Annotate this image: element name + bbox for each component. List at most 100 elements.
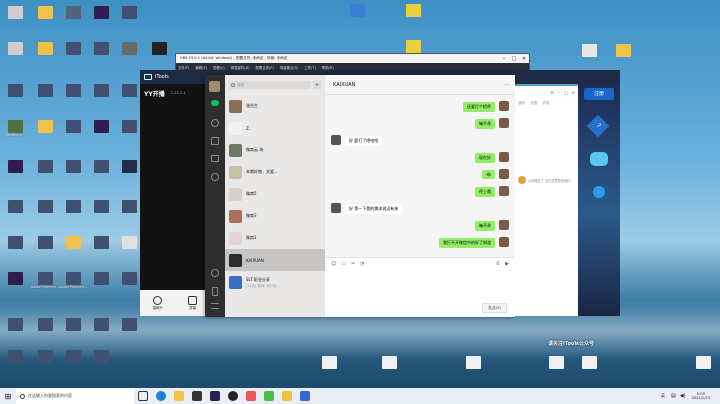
desktop-icon[interactable] [692, 356, 714, 380]
desktop-icon[interactable] [378, 356, 400, 380]
desktop-icon[interactable] [62, 42, 84, 66]
desktop-icon[interactable] [118, 120, 140, 144]
desktop-icon[interactable] [90, 350, 112, 374]
chat-list-item[interactable]: KAIXUAN [225, 249, 325, 271]
obs-menu-item[interactable]: 配置文件(P) [256, 65, 274, 70]
message-bubble[interactable]: 停上哦 [475, 187, 495, 197]
chat-list-item[interactable]: 微商云 场 [225, 139, 325, 161]
panel-menu-icon[interactable]: ☰ [550, 90, 554, 95]
more-icon[interactable]: ··· [504, 82, 509, 88]
wechat-window[interactable]: 搜索 + 张先生 Z. 微商云 场本期好物，关爱... 微商5 微商3 微商1 KAIXUA… [205, 75, 515, 317]
desktop-icon[interactable]: Reading.pr.. [4, 120, 26, 144]
store-icon[interactable] [192, 391, 202, 401]
miniprogram-icon[interactable] [211, 269, 219, 277]
menu-icon[interactable] [211, 303, 219, 309]
message-bubble[interactable]: 我打不开微信中的好了知道 [439, 238, 495, 248]
desktop-icon[interactable] [34, 236, 56, 260]
panel-tab-2[interactable]: 消息 [542, 101, 549, 106]
desktop-icon[interactable] [34, 200, 56, 224]
desktop-icon[interactable] [4, 236, 26, 260]
favorites-icon[interactable] [211, 137, 219, 145]
taskbar-search[interactable]: 在这输入你要搜索的内容 [16, 388, 134, 404]
wechat-icon[interactable] [264, 391, 274, 401]
call-icon[interactable]: ✆ [496, 261, 500, 267]
desktop-icon[interactable] [346, 4, 368, 28]
desktop-icon[interactable] [4, 6, 26, 30]
close-icon[interactable]: ✕ [519, 56, 529, 62]
obs-window[interactable]: OBS 25.0.1 (64-bit, windows) - 配置文件: 未命名… [175, 53, 530, 71]
desktop-icon[interactable] [90, 236, 112, 260]
obs-menu-item[interactable]: 帮助(H) [322, 65, 334, 70]
register-button[interactable]: 注册 [584, 88, 614, 100]
chat-icon[interactable] [211, 100, 219, 106]
input-area[interactable]: ☺ ▭ ✂ ◔ ✆ ▶ 发送(S) [325, 257, 515, 317]
message-bubble[interactable]: 😂 [482, 170, 495, 179]
avatar[interactable] [499, 186, 509, 196]
message-bubble[interactable]: 嘛不承 [475, 119, 495, 129]
desktop-icon[interactable] [402, 4, 424, 28]
speaker-icon[interactable] [593, 186, 605, 198]
avatar[interactable] [499, 220, 509, 230]
message-bubble[interactable]: 好 等一下我的需求说没有来 [345, 204, 403, 214]
chat-list-item[interactable]: 微商5 [225, 183, 325, 205]
desktop-icon[interactable] [34, 318, 56, 342]
desktop-icon[interactable] [90, 200, 112, 224]
desktop-icon[interactable] [34, 160, 56, 184]
desktop-icon[interactable] [4, 84, 26, 108]
panel-close-icon[interactable]: ✕ [572, 90, 575, 95]
phone-icon[interactable] [212, 287, 218, 296]
desktop-icon[interactable] [62, 200, 84, 224]
desktop-icon[interactable]: Adobe Premiere... [31, 272, 59, 296]
desktop-icon[interactable] [118, 42, 140, 66]
start-icon[interactable]: ⊞ [0, 388, 16, 404]
desktop-icon[interactable] [62, 160, 84, 184]
desktop-icon[interactable] [578, 44, 600, 68]
avatar[interactable] [499, 118, 509, 128]
desktop-icon[interactable] [90, 318, 112, 342]
help-icon[interactable]: ? [586, 114, 610, 138]
chat-list-item[interactable]: 张先生 [225, 95, 325, 117]
yy-window[interactable]: YY开播 1.22.1.1 摄像头 屏幕 [140, 84, 210, 316]
obs-menu-item[interactable]: 场景集合(S) [280, 65, 298, 70]
desktop-icon[interactable] [148, 42, 170, 66]
desktop-icon[interactable] [612, 44, 634, 68]
desktop-icon[interactable] [90, 120, 112, 144]
chat-list-item[interactable]: 微商1 [225, 227, 325, 249]
moments-icon[interactable] [211, 173, 219, 181]
screenshot-icon[interactable]: ✂ [351, 261, 355, 267]
desktop-icon[interactable] [62, 6, 84, 30]
avatar[interactable] [499, 169, 509, 179]
avatar[interactable] [499, 152, 509, 162]
desktop-icon[interactable] [90, 6, 112, 30]
clock[interactable]: 5:03 2021/1/23 [692, 391, 710, 401]
folder-icon[interactable] [174, 391, 184, 401]
contacts-icon[interactable] [211, 119, 219, 127]
send-button[interactable]: 发送(S) [482, 303, 507, 313]
volume-icon[interactable]: ◀) [680, 393, 686, 399]
desktop-icon[interactable] [90, 84, 112, 108]
desktop-icon[interactable] [90, 272, 112, 296]
premiere-icon[interactable] [210, 391, 220, 401]
desktop-icon[interactable] [62, 236, 84, 260]
emoji-icon[interactable]: ☺ [331, 261, 336, 267]
desktop-icon[interactable] [4, 200, 26, 224]
maximize-icon[interactable]: □ [509, 56, 519, 62]
chat-list-item[interactable]: 本期好物，关爱... [225, 161, 325, 183]
avatar[interactable] [331, 203, 341, 213]
desktop-icon[interactable] [318, 356, 340, 380]
obs-menu-item[interactable]: 编辑(E) [195, 65, 207, 70]
panel-maximize-icon[interactable]: □ [564, 90, 568, 95]
desktop-icon[interactable]: Adobe Premiere... [59, 272, 87, 296]
desktop-icon[interactable] [118, 200, 140, 224]
itools-icon[interactable] [300, 391, 310, 401]
side-panel[interactable]: ☰ – □ ✕ 通知 设置 消息 以前微信了 请在这里发给他们 [515, 86, 578, 316]
minimize-icon[interactable]: – [499, 56, 509, 62]
avatar[interactable] [331, 135, 341, 145]
robot-icon[interactable] [590, 152, 608, 166]
desktop-icon[interactable] [118, 318, 140, 342]
panel-tab-0[interactable]: 通知 [518, 101, 525, 106]
message-bubble[interactable]: 嘛不承 [475, 221, 495, 231]
obs-menu-item[interactable]: 查看(V) [213, 65, 225, 70]
desktop-icon[interactable] [4, 318, 26, 342]
game-panel[interactable]: 注册 ? [578, 84, 620, 316]
